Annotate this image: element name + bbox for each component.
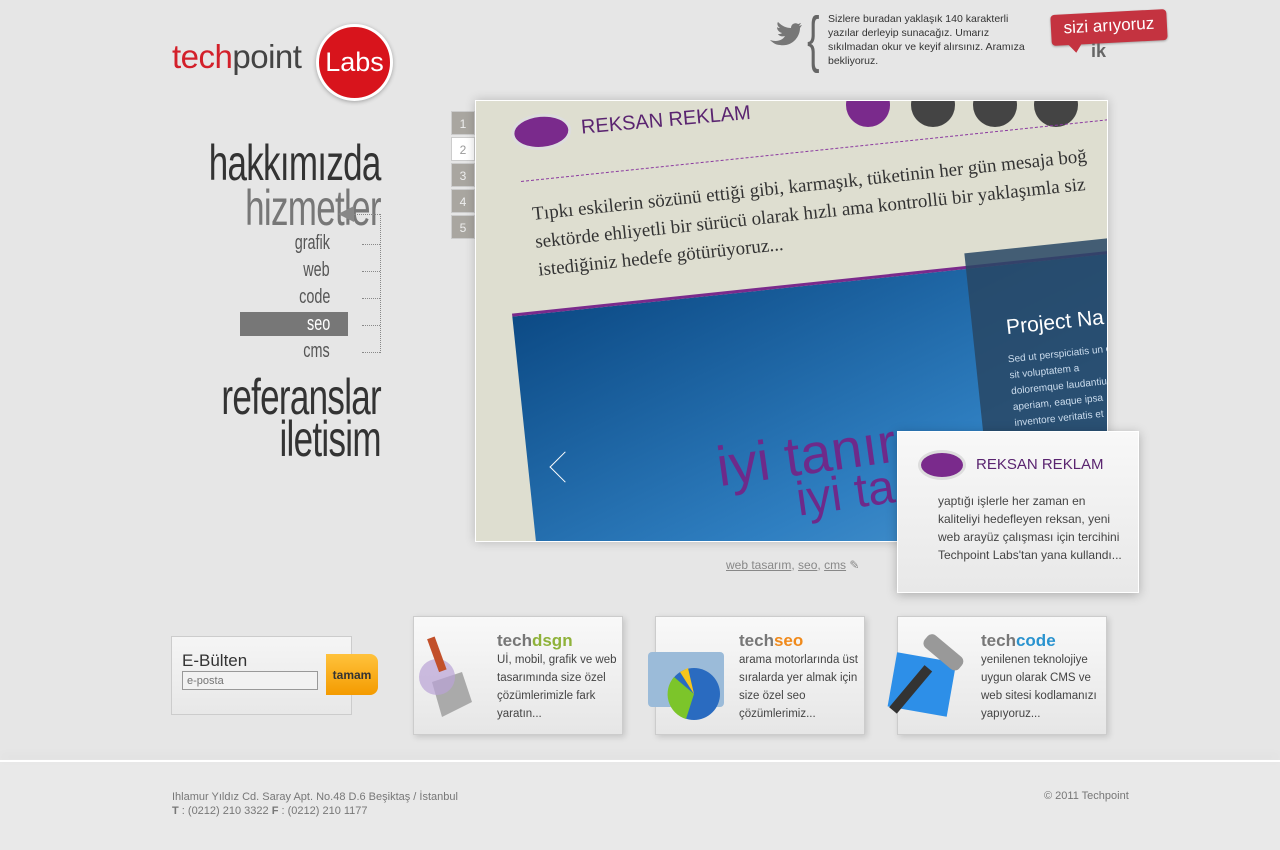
- reksan-logo-icon: [918, 450, 966, 480]
- submenu-seo[interactable]: seo: [307, 313, 330, 336]
- slide-circle-icon: [911, 101, 955, 127]
- card-title-b: dsgn: [531, 631, 573, 650]
- active-arrow-icon: [338, 206, 354, 222]
- submenu-web[interactable]: web: [304, 259, 330, 282]
- client-brand: REKSAN REKLAM: [918, 450, 1104, 480]
- tag-link[interactable]: cms: [824, 558, 846, 572]
- slide-brand-text: REKSAN REKLAM: [580, 101, 752, 139]
- careers-badge[interactable]: sizi arıyoruz: [1050, 8, 1168, 47]
- card-title-b: code: [1015, 631, 1056, 650]
- card-title-a: tech: [497, 631, 532, 650]
- newsletter-submit-button[interactable]: tamam: [326, 654, 378, 695]
- slider-page-3[interactable]: 3: [451, 163, 475, 187]
- slider-page-5[interactable]: 5: [451, 215, 475, 239]
- tweet-text: Sizlere buradan yaklaşık 140 karakterli …: [828, 13, 1025, 67]
- slide-circle-icon: [973, 101, 1017, 127]
- twitter-bird-icon[interactable]: [768, 22, 802, 50]
- project-info-card: REKSAN REKLAM yaptığı işlerle her zaman …: [897, 431, 1139, 593]
- pencil-icon: ✎: [849, 558, 860, 572]
- client-description: yaptığı işlerle her zaman en kaliteliyi …: [938, 494, 1122, 562]
- slider-page-4[interactable]: 4: [451, 189, 475, 213]
- newsletter-title: E-Bülten: [182, 651, 248, 670]
- card-title-a: tech: [981, 631, 1016, 650]
- card-title: techcode: [981, 631, 1056, 651]
- phone-label: T: [172, 805, 179, 817]
- slider-page-1[interactable]: 1: [451, 111, 475, 135]
- copyright: © 2011 Techpoint: [1044, 790, 1129, 802]
- slider-page-2[interactable]: 2: [451, 137, 475, 161]
- card-title: techseo: [739, 631, 803, 651]
- address-text: Ihlamur Yıldız Cd. Saray Apt. No.48 D.6 …: [172, 791, 458, 803]
- hammer-blueprint-icon: [887, 634, 964, 717]
- card-text: arama motorlarında üst sıralarda yer alm…: [739, 654, 858, 720]
- service-card-design[interactable]: techdsgn Uİ, mobil, grafik ve web tasarı…: [413, 616, 623, 735]
- footer-address: Ihlamur Yıldız Cd. Saray Apt. No.48 D.6 …: [172, 790, 458, 818]
- reksan-logo-icon: [509, 111, 573, 153]
- client-brand-text: REKSAN REKLAM: [976, 455, 1104, 473]
- submenu-grafik[interactable]: grafik: [295, 232, 330, 255]
- logo-tech: tech: [172, 38, 233, 75]
- nav-contact[interactable]: iletisim: [280, 414, 382, 464]
- brace-decoration: {: [807, 5, 820, 74]
- submenu-connector: [380, 214, 381, 353]
- slide-project-text: Sed ut perspiciatis un error sit volupta…: [1007, 341, 1108, 430]
- project-tags: web tasarım, seo, cms ✎: [726, 558, 859, 572]
- submenu-active-bar: [240, 312, 348, 336]
- card-title-b: seo: [773, 631, 804, 650]
- email-input[interactable]: [182, 671, 318, 690]
- logo-labs-badge[interactable]: Labs: [316, 24, 393, 101]
- slide-brand: REKSAN REKLAM: [509, 101, 752, 153]
- card-title: techdsgn: [497, 631, 573, 651]
- logo-point: point: [232, 38, 302, 75]
- submenu-cms[interactable]: cms: [304, 340, 330, 363]
- slide-home-icon: [846, 101, 890, 127]
- service-card-seo[interactable]: techseo arama motorlarında üst sıralarda…: [648, 616, 865, 735]
- folder-pie-chart-icon: [648, 652, 724, 720]
- footer-divider: [0, 760, 1280, 762]
- card-text: yenilenen teknolojiye uygun olarak CMS v…: [981, 654, 1097, 720]
- phone-number: : (0212) 210 3322: [178, 805, 272, 817]
- logo[interactable]: techpoint: [172, 38, 302, 76]
- fax-number: : (0212) 210 1177: [278, 805, 368, 817]
- submenu-code[interactable]: code: [299, 286, 330, 309]
- card-title-a: tech: [739, 631, 774, 650]
- card-text: Uİ, mobil, grafik ve web tasarımında siz…: [497, 654, 617, 720]
- service-card-code[interactable]: techcode yenilenen teknolojiye uygun ola…: [887, 616, 1107, 735]
- nav-services[interactable]: hizmetler: [245, 183, 381, 233]
- paintbrush-bucket-icon: [419, 636, 472, 717]
- tag-link[interactable]: web tasarım: [726, 558, 791, 572]
- newsletter-box: E-Bülten: [171, 636, 352, 715]
- tag-link[interactable]: seo: [798, 558, 817, 572]
- careers-ik-label[interactable]: ik: [1091, 41, 1106, 62]
